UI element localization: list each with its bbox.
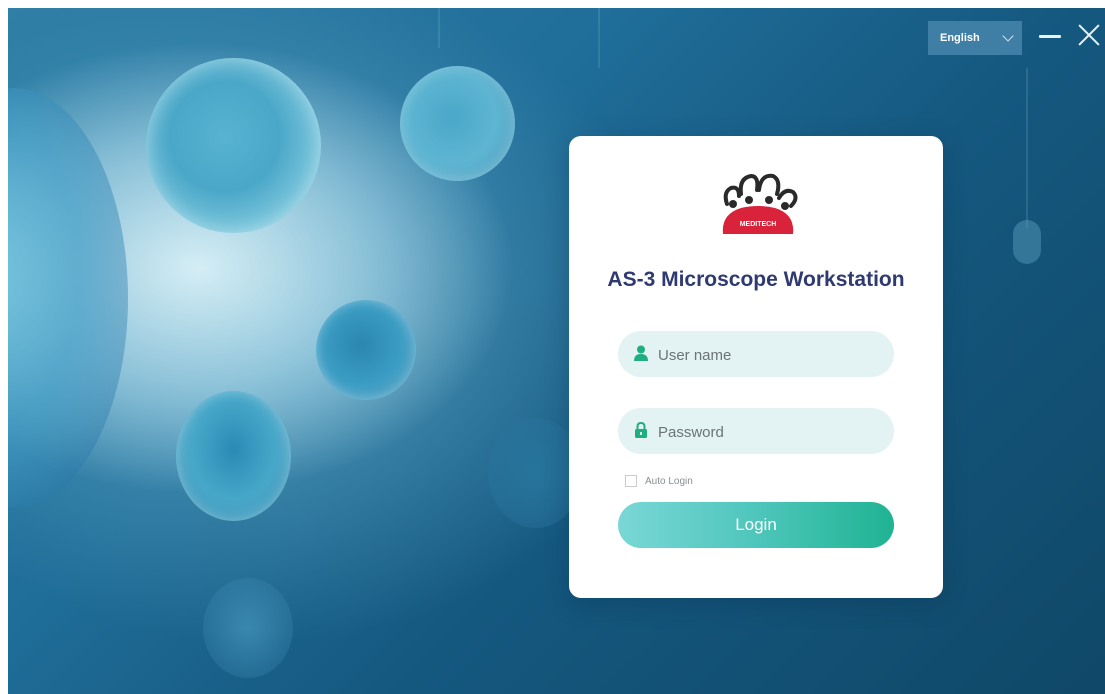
username-input[interactable] bbox=[656, 331, 885, 379]
close-button[interactable] bbox=[1074, 20, 1104, 50]
password-field[interactable] bbox=[618, 408, 894, 456]
cell-image bbox=[146, 58, 321, 233]
cell-image bbox=[316, 300, 416, 400]
cell-image bbox=[400, 66, 515, 181]
decorative-line bbox=[598, 8, 600, 68]
language-select-value: English bbox=[940, 32, 980, 44]
login-button[interactable]: Login bbox=[618, 502, 894, 548]
meditech-logo: MEDITECH bbox=[722, 173, 798, 234]
app-window: English MEDITECH AS-3 Microscope Worksta… bbox=[8, 8, 1105, 694]
username-field[interactable] bbox=[618, 331, 894, 379]
login-card: MEDITECH AS-3 Microscope Workstation Use… bbox=[569, 136, 943, 598]
auto-login-checkbox[interactable] bbox=[625, 475, 637, 487]
decorative-line bbox=[438, 8, 440, 48]
cell-image bbox=[176, 391, 291, 521]
decorative-dot bbox=[1013, 220, 1041, 264]
auto-login-label: Auto Login bbox=[645, 475, 693, 487]
cell-image-large bbox=[8, 88, 128, 508]
chevron-down-icon bbox=[1002, 30, 1014, 42]
language-select[interactable]: English bbox=[928, 21, 1022, 55]
cell-image bbox=[203, 578, 293, 678]
user-icon bbox=[634, 345, 648, 361]
lock-icon bbox=[635, 422, 647, 438]
password-input[interactable] bbox=[656, 408, 885, 456]
logo-brand-text: MEDITECH bbox=[740, 221, 777, 228]
app-title: AS-3 Microscope Workstation bbox=[607, 268, 905, 291]
auto-login-option[interactable]: Auto Login bbox=[625, 475, 693, 487]
minimize-button[interactable] bbox=[1035, 22, 1065, 52]
decorative-line bbox=[1026, 68, 1028, 228]
